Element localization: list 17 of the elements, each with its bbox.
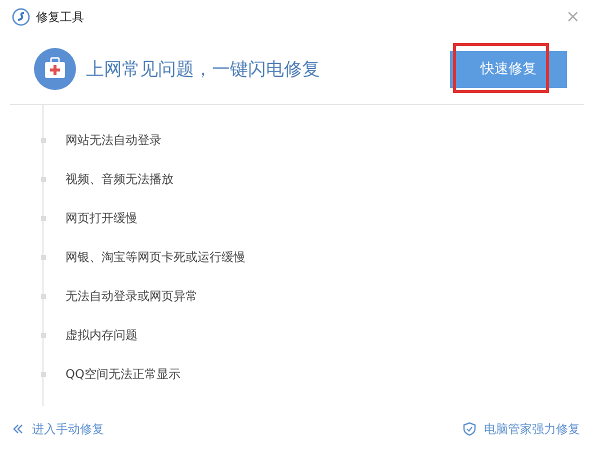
first-aid-kit-icon [34, 48, 76, 90]
problem-item: 网页打开缓慢 [66, 210, 138, 227]
double-chevron-icon [12, 423, 24, 435]
quick-fix-button[interactable]: 快速修复 [450, 50, 567, 88]
app-logo-icon [12, 8, 30, 26]
window-title: 修复工具 [36, 8, 84, 26]
problem-item: 视频、音频无法播放 [66, 171, 174, 188]
shield-icon [463, 422, 476, 436]
strong-repair-link[interactable]: 电脑管家强力修复 [463, 420, 580, 438]
problem-item: 网站无法自动登录 [66, 132, 162, 149]
problem-item: 无法自动登录或网页异常 [66, 288, 198, 305]
manual-repair-link[interactable]: 进入手动修复 [12, 420, 104, 438]
problem-item: 虚拟内存问题 [66, 327, 138, 344]
problem-item: 网银、淘宝等网页卡死或运行缓慢 [66, 249, 246, 266]
headline: 上网常见问题，一键闪电修复 [86, 58, 320, 81]
close-button[interactable]: × [566, 7, 580, 27]
problem-item: QQ空间无法正常显示 [66, 366, 180, 383]
